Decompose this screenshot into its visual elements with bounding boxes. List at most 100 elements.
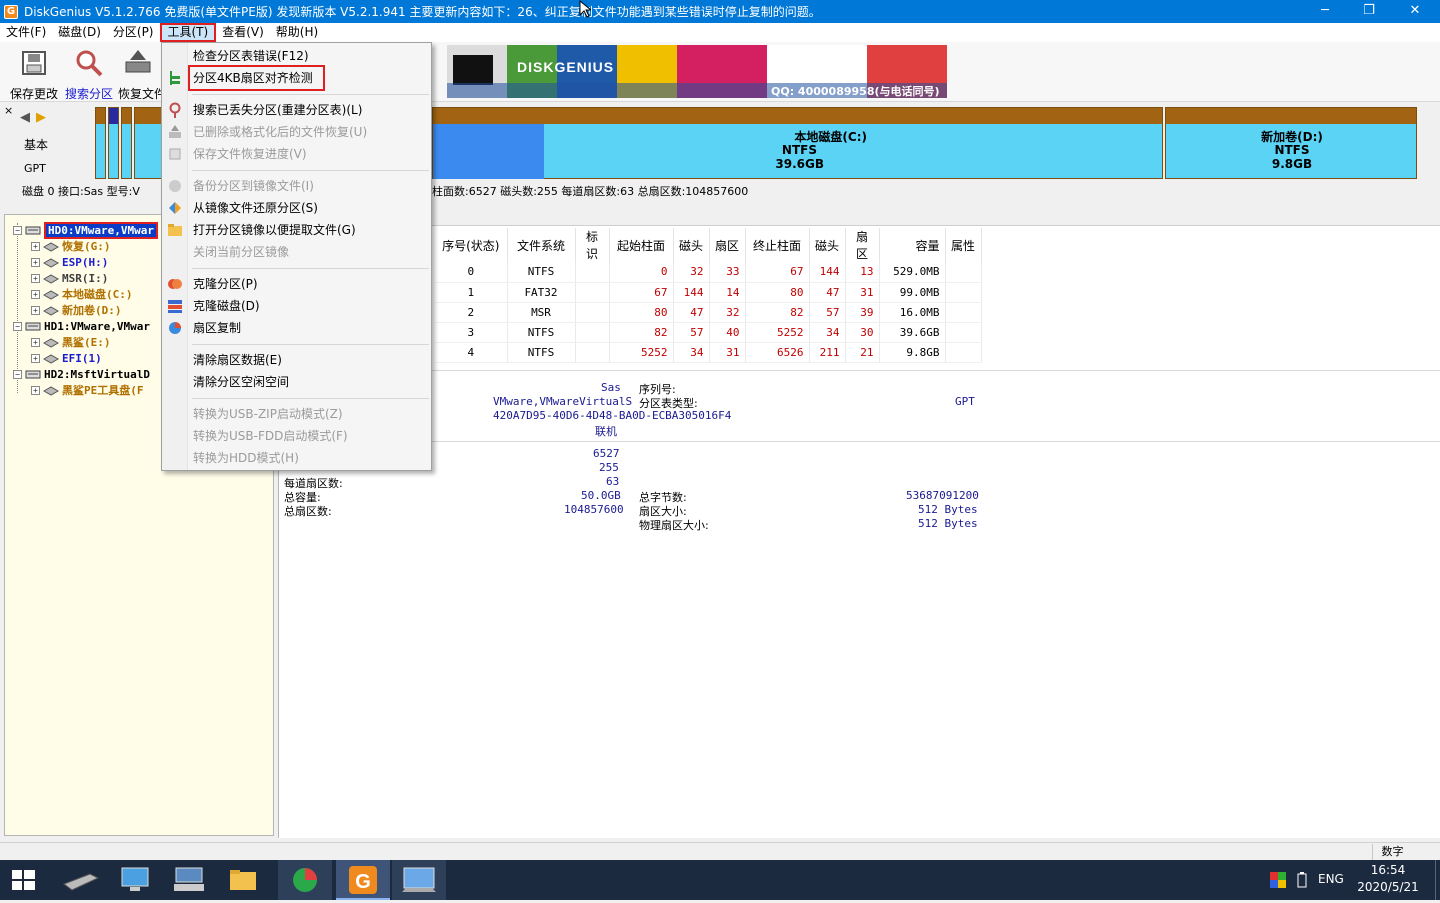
expand-icon[interactable]: + — [31, 273, 40, 283]
cell: 31 — [845, 282, 880, 303]
table-row[interactable]: 3 NTFS 82 57 40 5252 34 30 39.6GB — [435, 322, 982, 343]
partition-d-block[interactable]: 新加卷(D:) NTFS 9.8GB — [1165, 107, 1417, 179]
collapse-icon[interactable]: − — [13, 225, 22, 235]
cell: 80 — [609, 302, 674, 323]
menu-file[interactable]: 文件(F) — [0, 23, 52, 42]
menu-item-convert-usb-zip[interactable]: 转换为USB-ZIP启动模式(Z) — [193, 404, 343, 424]
tree-node-new-d[interactable]: + 新加卷(D:) — [31, 302, 122, 318]
menu-item-convert-usb-fdd[interactable]: 转换为USB-FDD启动模式(F) — [193, 426, 348, 446]
tree-node-local-c[interactable]: + 本地磁盘(C:) — [31, 286, 133, 302]
start-button[interactable] — [0, 860, 54, 900]
tree-node-esp-h[interactable]: + ESP(H:) — [31, 254, 108, 270]
menu-item-restore-from-image[interactable]: 从镜像文件还原分区(S) — [193, 198, 318, 218]
cell — [575, 262, 610, 283]
partition-msr-block[interactable] — [121, 107, 132, 179]
expand-icon[interactable]: + — [31, 241, 40, 251]
close-panel-icon[interactable]: × — [4, 104, 13, 117]
advertisement-banner[interactable]: DISKGENIUS QQ: 4000089958(与电话同号) — [447, 45, 947, 98]
menu-item-convert-hdd[interactable]: 转换为HDD模式(H) — [193, 448, 299, 468]
menu-item-search-lost-partitions[interactable]: 搜索已丢失分区(重建分区表)(L) — [193, 100, 362, 120]
menu-item-open-partition-image[interactable]: 打开分区镜像以便提取文件(G) — [193, 220, 356, 240]
menu-item-clear-free-space[interactable]: 清除分区空闲空间 — [193, 372, 289, 392]
partition-c-left-block[interactable] — [134, 107, 162, 179]
tab-strip — [279, 206, 1440, 226]
search-partition-label: 搜索分区 — [64, 87, 113, 101]
prev-disk-arrow-icon[interactable]: ◀ — [20, 110, 30, 125]
tree-node-msr-i[interactable]: + MSR(I:) — [31, 270, 108, 286]
cell: 39 — [845, 302, 880, 323]
save-changes-button[interactable]: 保存更改 — [8, 48, 60, 102]
table-row[interactable]: 2 MSR 80 47 32 82 57 39 16.0MB — [435, 302, 982, 323]
restore-button[interactable]: ❐ — [1346, 0, 1392, 23]
expand-icon[interactable]: + — [31, 353, 40, 363]
menu-disk[interactable]: 磁盘(D) — [52, 23, 107, 42]
col-header[interactable]: 磁头 — [809, 228, 846, 262]
menu-item-clone-disk[interactable]: 克隆磁盘(D) — [193, 296, 260, 316]
input-language-indicator[interactable]: ENG — [1318, 872, 1344, 886]
cell — [945, 322, 982, 343]
col-header[interactable]: 容量 — [879, 228, 946, 262]
clock-time[interactable]: 16:54 — [1355, 863, 1421, 877]
menu-item-sector-copy[interactable]: 扇区复制 — [193, 318, 241, 338]
menu-help[interactable]: 帮助(H) — [270, 23, 324, 42]
tree-node-hd1[interactable]: − HD1:VMware,VMwar — [13, 318, 150, 334]
table-row[interactable]: 1 FAT32 67 144 14 80 47 31 99.0MB — [435, 282, 982, 303]
recover-files-button[interactable]: 恢复文件 — [118, 48, 162, 102]
taskbar-remote-app[interactable] — [392, 860, 446, 900]
col-header[interactable]: 扇区 — [845, 228, 880, 262]
collapse-icon[interactable]: − — [13, 369, 22, 379]
close-button[interactable]: ✕ — [1392, 0, 1438, 23]
col-header[interactable]: 起始柱面 — [609, 228, 674, 262]
expand-icon[interactable]: + — [31, 337, 40, 347]
col-header[interactable]: 序号(状态) — [435, 228, 508, 262]
taskbar-partition-app[interactable] — [278, 860, 332, 900]
menu-item-close-partition-image[interactable]: 关闭当前分区镜像 — [193, 242, 289, 262]
taskbar-computer-app[interactable] — [108, 860, 162, 900]
partition-esp-block[interactable] — [108, 107, 119, 179]
table-row[interactable]: 4 NTFS 5252 34 31 6526 211 21 9.8GB — [435, 342, 982, 363]
partition-recovery-block[interactable] — [95, 107, 106, 179]
menu-item-save-recovery-progress[interactable]: 保存文件恢复进度(V) — [193, 144, 307, 164]
tree-node-recovery-g[interactable]: + 恢复(G:) — [31, 238, 111, 254]
menu-item-4kb-alignment-check[interactable]: 分区4KB扇区对齐检测 — [193, 68, 313, 88]
menu-item-clear-sector-data[interactable]: 清除扇区数据(E) — [193, 350, 282, 370]
search-partition-button[interactable]: 搜索分区 — [63, 48, 115, 102]
expand-icon[interactable]: + — [31, 289, 40, 299]
table-row[interactable]: 0 NTFS 0 32 33 67 144 13 529.0MB — [435, 262, 982, 283]
keyboard-icon — [174, 867, 204, 891]
show-desktop-button[interactable] — [1435, 860, 1440, 900]
col-header[interactable]: 标识 — [575, 228, 610, 262]
clock-date[interactable]: 2020/5/21 — [1355, 880, 1421, 894]
menu-item-recover-deleted-files[interactable]: 已删除或格式化后的文件恢复(U) — [193, 122, 367, 142]
tree-node-hd2[interactable]: − HD2:MsftVirtualD — [13, 366, 150, 382]
menu-item-check-partition-table[interactable]: 检查分区表错误(F12) — [193, 46, 309, 66]
menu-item-backup-to-image[interactable]: 备份分区到镜像文件(I) — [193, 176, 314, 196]
col-header[interactable]: 文件系统 — [507, 228, 576, 262]
tree-node-heisha-pe-f[interactable]: + 黑鲨PE工具盘(F — [31, 382, 144, 398]
partition-c-block[interactable]: 本地磁盘(C:) NTFS 39.6GB — [432, 107, 1163, 179]
menu-view[interactable]: 查看(V) — [216, 23, 270, 42]
menu-tools[interactable]: 工具(T) — [159, 23, 217, 42]
recover-disk-icon — [125, 50, 151, 73]
col-header[interactable]: 属性 — [945, 228, 982, 262]
next-disk-arrow-icon[interactable]: ▶ — [36, 110, 46, 125]
taskbar-diskgenius-app[interactable]: G — [336, 860, 390, 900]
taskbar-drive-app[interactable] — [54, 860, 108, 900]
menu-item-clone-partition[interactable]: 克隆分区(P) — [193, 274, 258, 294]
tree-node-hd0[interactable]: − HD0:VMware,VMwar — [13, 221, 158, 239]
tree-node-heisha-e[interactable]: + 黑鲨(E:) — [31, 334, 111, 350]
col-header[interactable]: 扇区 — [709, 228, 746, 262]
col-header[interactable]: 磁头 — [673, 228, 710, 262]
collapse-icon[interactable]: − — [13, 321, 22, 331]
expand-icon[interactable]: + — [31, 385, 40, 395]
menu-partition[interactable]: 分区(P) — [107, 23, 160, 42]
taskbar-folder-app[interactable] — [216, 860, 270, 900]
expand-icon[interactable]: + — [31, 305, 40, 315]
color-tray-icon[interactable] — [1270, 872, 1286, 888]
expand-icon[interactable]: + — [31, 257, 40, 267]
tree-node-efi-1[interactable]: + EFI(1) — [31, 350, 102, 366]
battery-tray-icon[interactable] — [1296, 872, 1308, 888]
taskbar-keyboard-app[interactable] — [162, 860, 216, 900]
col-header[interactable]: 终止柱面 — [745, 228, 810, 262]
minimize-button[interactable]: ─ — [1302, 0, 1348, 23]
